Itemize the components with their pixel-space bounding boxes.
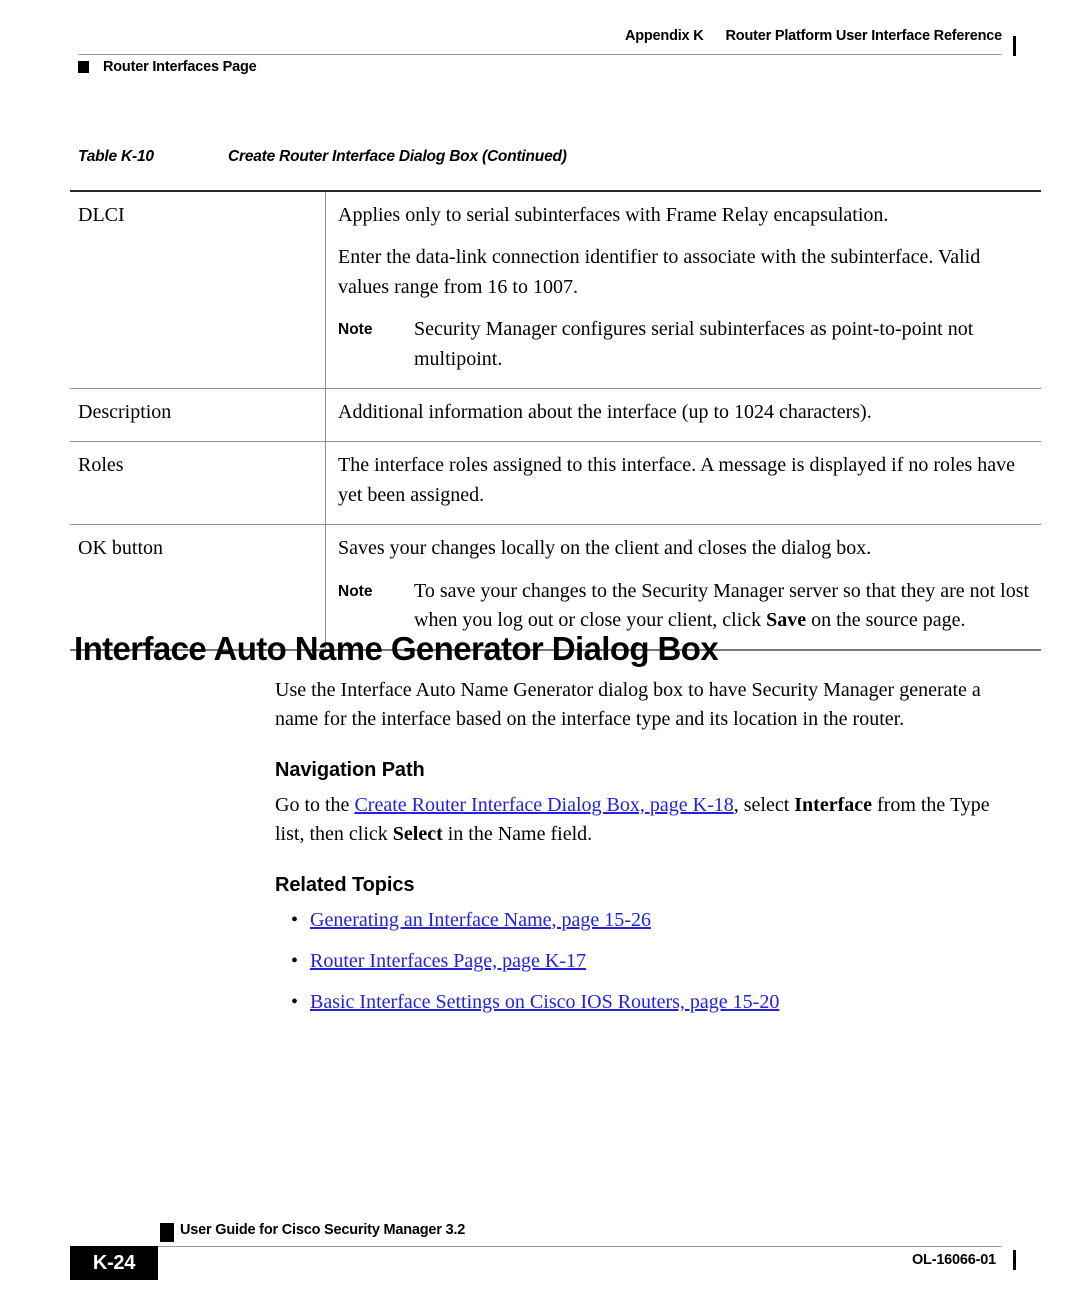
page-header: Appendix K Router Platform User Interfac… [78, 28, 1016, 88]
bullet-icon: • [291, 908, 299, 931]
square-marker-icon [78, 61, 89, 73]
table-caption: Table K-10 Create Router Interface Dialog… [78, 148, 1002, 166]
intro-paragraph: Use the Interface Auto Name Generator di… [275, 679, 981, 731]
table-caption-title: Create Router Interface Dialog Box (Cont… [228, 148, 567, 165]
table-cell-term: Roles [70, 441, 326, 526]
description-paragraph: The interface roles assigned to this int… [338, 454, 1016, 506]
bullet-icon: • [291, 949, 299, 972]
navigation-path-heading: Navigation Path [275, 758, 425, 781]
description-paragraph: Saves your changes locally on the client… [338, 537, 872, 560]
footer-square-marker-icon [160, 1223, 174, 1242]
list-item: • Router Interfaces Page, page K-17 [275, 947, 1002, 976]
page-number: K-24 [70, 1246, 158, 1280]
nav-text-after: , select [733, 793, 795, 816]
table-row: Description Additional information about… [70, 388, 1041, 443]
list-item: • Basic Interface Settings on Cisco IOS … [275, 988, 1002, 1017]
header-edge-tick [1013, 36, 1016, 56]
nav-text-end: in the Name field. [442, 823, 593, 846]
description-paragraph: Additional information about the interfa… [338, 400, 872, 423]
note-label: Note [338, 582, 373, 600]
note-text: To save your changes to the Security Man… [414, 577, 1031, 636]
related-topics-heading: Related Topics [275, 873, 415, 896]
table-cell-description: Additional information about the interfa… [325, 388, 1041, 443]
related-topics-list: • Generating an Interface Name, page 15-… [275, 906, 1002, 1018]
note-block: Note Security Manager configures serial … [338, 315, 1031, 374]
link-router-interfaces-page[interactable]: Router Interfaces Page, page K-17 [310, 950, 586, 972]
footer-edge-tick [1013, 1250, 1016, 1270]
section-body: Use the Interface Auto Name Generator di… [275, 676, 1002, 1030]
navigation-path-paragraph: Go to the Create Router Interface Dialog… [275, 791, 1002, 850]
create-router-interface-table: DLCI Applies only to serial subinterface… [70, 189, 1041, 652]
table-cell-description: Applies only to serial subinterfaces wit… [325, 189, 1041, 389]
header-section-label: Router Interfaces Page [103, 59, 257, 75]
header-rule [78, 54, 1002, 55]
description-paragraph: Enter the data-link connection identifie… [338, 246, 981, 298]
link-basic-interface-settings[interactable]: Basic Interface Settings on Cisco IOS Ro… [310, 991, 779, 1013]
table-row: Roles The interface roles assigned to th… [70, 441, 1041, 526]
page-footer: User Guide for Cisco Security Manager 3.… [70, 1222, 1016, 1292]
description-paragraph: Applies only to serial subinterfaces wit… [338, 204, 889, 226]
table-cell-term: Description [70, 388, 326, 443]
note-bold-save: Save [766, 608, 807, 631]
table-cell-description: The interface roles assigned to this int… [325, 441, 1041, 526]
table-caption-number: Table K-10 [78, 148, 154, 165]
header-chapter-title: Router Platform User Interface Reference [725, 28, 1003, 44]
table-cell-term: DLCI [70, 189, 326, 389]
note-block: Note To save your changes to the Securit… [338, 577, 1031, 636]
list-item: • Generating an Interface Name, page 15-… [275, 906, 1002, 935]
note-text: Security Manager configures serial subin… [414, 318, 974, 370]
footer-guide-title: User Guide for Cisco Security Manager 3.… [180, 1222, 466, 1238]
nav-text-before: Go to the [275, 793, 355, 816]
page-title: Interface Auto Name Generator Dialog Box [74, 630, 719, 668]
note-text-after: on the source page. [806, 608, 966, 631]
bullet-icon: • [291, 991, 299, 1014]
header-appendix-label: Appendix K [624, 28, 704, 44]
table-row: DLCI Applies only to serial subinterface… [70, 189, 1041, 389]
footer-rule [78, 1246, 1002, 1247]
footer-document-id: OL-16066-01 [911, 1252, 996, 1268]
link-create-router-interface-dialog-box[interactable]: Create Router Interface Dialog Box, page… [354, 794, 733, 816]
nav-bold-select: Select [392, 823, 443, 846]
header-title-line: Appendix K Router Platform User Interfac… [78, 28, 1002, 44]
link-generating-an-interface-name[interactable]: Generating an Interface Name, page 15-26 [310, 909, 651, 931]
header-section-line: Router Interfaces Page [78, 59, 257, 75]
note-label: Note [338, 321, 373, 339]
nav-bold-interface: Interface [794, 793, 872, 816]
